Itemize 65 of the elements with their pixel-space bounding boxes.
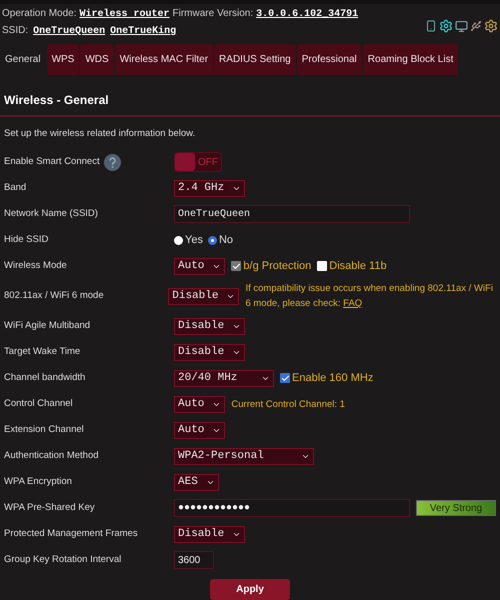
field-label: Network Name (SSID) <box>4 206 98 221</box>
dropdown[interactable]: AES <box>174 474 219 490</box>
checkbox[interactable] <box>317 261 328 271</box>
faq-link[interactable]: FAQ <box>343 298 362 309</box>
help-icon[interactable] <box>104 154 121 170</box>
radio-label: No <box>218 232 234 248</box>
page-description: Set up the wireless related information below. <box>4 126 196 141</box>
phone-icon[interactable] <box>425 20 437 32</box>
field-label: WPA Encryption <box>4 474 72 489</box>
checkbox-label: Disable 11b <box>329 258 387 274</box>
checkbox[interactable] <box>280 373 290 383</box>
info-note: If compatibility issue occurs when enabling 802.11ax / WiFi 6 mode, please check: FAQ <box>245 282 494 311</box>
tab[interactable]: Professional <box>296 44 362 75</box>
settings-icon[interactable] <box>439 19 453 34</box>
radio-button[interactable] <box>174 236 183 244</box>
radio-label: Yes <box>185 232 203 248</box>
checkbox-label: Enable 160 MHz <box>292 370 374 386</box>
checkbox-label: b/g Protection <box>243 258 312 274</box>
field-label: 802.11ax / WiFi 6 mode <box>4 288 104 303</box>
field-label: WPA Pre-Shared Key <box>4 500 95 515</box>
interval-field[interactable]: 3600 <box>174 551 214 569</box>
field-label: Protected Management Frames <box>4 526 138 541</box>
dropdown[interactable]: Auto <box>174 258 226 274</box>
tab[interactable]: Wireless MAC Filter <box>114 44 214 75</box>
dropdown[interactable]: Disable <box>174 526 246 542</box>
field-label: Channel bandwidth <box>4 370 86 385</box>
radio-button[interactable] <box>208 236 217 244</box>
tab[interactable]: WDS <box>80 44 114 75</box>
tab[interactable]: WPS <box>46 44 80 75</box>
ssid-label: SSID: <box>2 24 28 38</box>
dropdown[interactable]: Auto <box>174 396 226 412</box>
usb-icon[interactable] <box>470 20 482 32</box>
dropdown[interactable]: Disable <box>168 288 240 304</box>
dropdown[interactable]: Auto <box>174 422 226 438</box>
ssid-link[interactable]: OneTrueKing <box>110 24 176 39</box>
field-label: WiFi Agile Multiband <box>4 318 90 333</box>
network-name-field[interactable]: OneTrueQueen <box>174 205 410 223</box>
field-label: Authentication Method <box>4 448 99 463</box>
field-label: Extension Channel <box>4 422 84 437</box>
tab[interactable]: Roaming Block List <box>362 44 458 75</box>
dropdown[interactable]: Disable <box>174 344 246 360</box>
field-label: Wireless Mode <box>4 258 67 273</box>
apply-button[interactable]: Apply <box>210 579 290 600</box>
page-title: Wireless - General <box>4 92 110 109</box>
tab[interactable]: RADIUS Setting <box>214 44 296 75</box>
dropdown[interactable]: WPA2-Personal <box>174 448 314 464</box>
field-label: Control Channel <box>4 396 73 411</box>
strength-label: Very Strong <box>428 502 484 515</box>
dropdown[interactable]: 20/40 MHz <box>174 370 274 386</box>
pre-shared-key-field[interactable]: ●●●●●●●●●●●● <box>174 499 410 517</box>
dropdown[interactable]: 2.4 GHz <box>174 180 246 196</box>
mode-label: Operation Mode: <box>2 6 76 21</box>
field-label: Target Wake Time <box>4 344 80 359</box>
field-label: Group Key Rotation Interval <box>4 552 122 567</box>
firmware-label: Firmware Version: <box>172 6 254 21</box>
gear-icon[interactable] <box>484 19 498 34</box>
field-label: Band <box>4 180 26 195</box>
mode-link[interactable]: Wireless router <box>80 6 170 22</box>
dropdown[interactable]: Disable <box>174 318 246 334</box>
firmware-link[interactable]: 3.0.0.6.102_34791 <box>256 6 358 22</box>
field-label: Hide SSID <box>4 232 48 247</box>
monitor-icon[interactable] <box>455 20 468 33</box>
info-note: Current Control Channel: 1 <box>231 398 345 412</box>
ssid-link[interactable]: OneTrueQueen <box>33 24 106 39</box>
field-label: Enable Smart Connect <box>4 154 100 169</box>
